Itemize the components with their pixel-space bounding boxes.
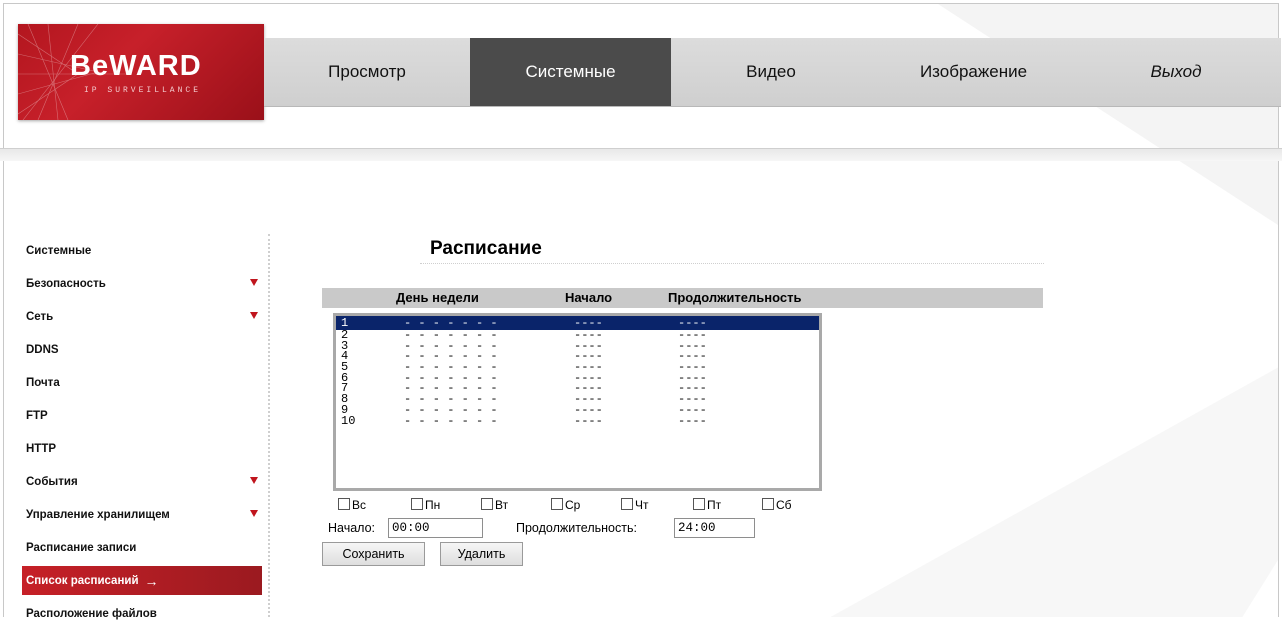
- nav-system[interactable]: Системные: [470, 38, 671, 106]
- sidebar-item-label: Список расписаний: [26, 574, 139, 587]
- sidebar-item-label: События: [26, 475, 78, 488]
- sidebar-item-system[interactable]: Системные: [22, 234, 262, 267]
- sidebar: Системные Безопасность Сеть DDNS Почта F…: [22, 234, 262, 630]
- checkbox-sunday[interactable]: Вс: [338, 498, 366, 512]
- checkbox-icon[interactable]: [481, 498, 493, 510]
- schedule-table-header: День недели Начало Продолжительность: [322, 288, 1043, 308]
- checkbox-icon[interactable]: [338, 498, 350, 510]
- checkbox-thursday[interactable]: Чт: [621, 498, 649, 512]
- checkbox-friday[interactable]: Пт: [693, 498, 721, 512]
- sidebar-item-label: Управление хранилищем: [26, 508, 170, 521]
- expand-arrow-icon: [250, 510, 258, 517]
- sidebar-item-events[interactable]: События: [22, 465, 262, 498]
- column-header-day: День недели: [396, 290, 479, 305]
- right-arrow-icon: →: [144, 572, 159, 589]
- list-item[interactable]: 10- - - - - - - ---- ----: [336, 415, 819, 427]
- checkbox-tuesday[interactable]: Вт: [481, 498, 508, 512]
- nav-logout[interactable]: Выход: [1076, 38, 1276, 106]
- duration-label: Продолжительность:: [516, 521, 637, 535]
- sidebar-item-schedule-list[interactable]: Список расписаний →: [22, 566, 262, 595]
- checkbox-icon[interactable]: [551, 498, 563, 510]
- sidebar-item-file-location[interactable]: Расположение файлов: [22, 597, 262, 630]
- schedule-listbox[interactable]: 1- - - - - - - ---- ---- 2- - - - - - - ---…: [333, 313, 822, 491]
- sidebar-item-mail[interactable]: Почта: [22, 366, 262, 399]
- start-time-input[interactable]: [388, 518, 483, 538]
- sidebar-item-label: Расписание записи: [26, 541, 137, 554]
- sidebar-item-label: Почта: [26, 376, 60, 389]
- sidebar-item-label: FTP: [26, 409, 48, 422]
- checkbox-icon[interactable]: [621, 498, 633, 510]
- duration-input[interactable]: [674, 518, 755, 538]
- sidebar-item-storage[interactable]: Управление хранилищем: [22, 498, 262, 531]
- column-header-start: Начало: [565, 290, 613, 305]
- sidebar-item-label: Системные: [26, 244, 92, 257]
- nav-image[interactable]: Изображение: [871, 38, 1076, 106]
- top-navigation: Просмотр Системные Видео Изображение Вых…: [264, 38, 1281, 107]
- logo-text: BeWARD: [70, 50, 202, 82]
- checkbox-wednesday[interactable]: Ср: [551, 498, 580, 512]
- expand-arrow-icon: [250, 279, 258, 286]
- checkbox-icon[interactable]: [762, 498, 774, 510]
- sidebar-item-http[interactable]: HTTP: [22, 432, 262, 465]
- start-label: Начало:: [328, 521, 376, 535]
- sidebar-item-label: Сеть: [26, 310, 54, 323]
- page-title: Расписание: [430, 238, 542, 259]
- sidebar-item-label: Безопасность: [26, 277, 106, 290]
- save-button[interactable]: Сохранить: [322, 542, 425, 566]
- beward-logo[interactable]: BeWARD IP SURVEILLANCE: [18, 24, 264, 120]
- expand-arrow-icon: [250, 312, 258, 319]
- sidebar-item-record-schedule[interactable]: Расписание записи: [22, 531, 262, 564]
- sidebar-item-security[interactable]: Безопасность: [22, 267, 262, 300]
- title-underline: [420, 263, 1044, 264]
- logo-subtitle: IP SURVEILLANCE: [84, 86, 202, 95]
- sidebar-item-label: Расположение файлов: [26, 607, 157, 620]
- checkbox-saturday[interactable]: Сб: [762, 498, 792, 512]
- sidebar-item-label: HTTP: [26, 442, 57, 455]
- checkbox-icon[interactable]: [411, 498, 423, 510]
- sidebar-item-ddns[interactable]: DDNS: [22, 333, 262, 366]
- sidebar-item-ftp[interactable]: FTP: [22, 399, 262, 432]
- column-header-duration: Продолжительность: [668, 290, 802, 305]
- checkbox-icon[interactable]: [693, 498, 705, 510]
- sidebar-separator: [268, 234, 270, 617]
- checkbox-monday[interactable]: Пн: [411, 498, 440, 512]
- nav-preview[interactable]: Просмотр: [264, 38, 470, 106]
- sidebar-item-label: DDNS: [26, 343, 59, 356]
- sidebar-item-network[interactable]: Сеть: [22, 300, 262, 333]
- header-divider: [0, 148, 1282, 161]
- expand-arrow-icon: [250, 477, 258, 484]
- delete-button[interactable]: Удалить: [440, 542, 523, 566]
- nav-video[interactable]: Видео: [671, 38, 871, 106]
